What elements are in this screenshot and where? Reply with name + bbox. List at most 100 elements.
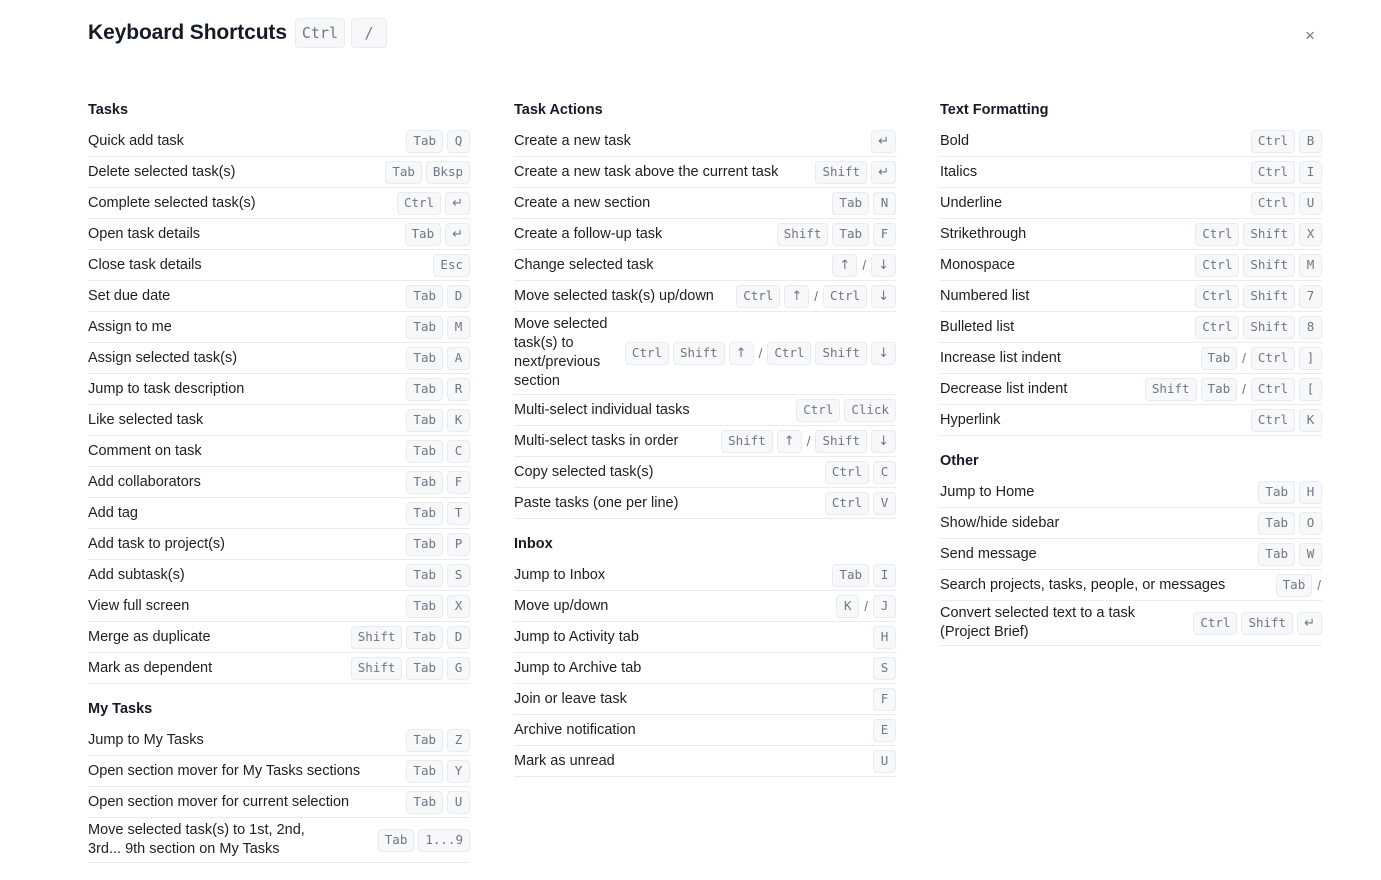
shortcut-row: Monospace Ctrl Shift M <box>940 250 1322 281</box>
key-badge: Shift <box>673 341 725 365</box>
shortcut-keys: F <box>873 687 896 711</box>
close-icon[interactable]: × <box>1299 24 1321 46</box>
key-separator: / <box>1242 381 1246 397</box>
shortcut-label: Convert selected text to a task (Project… <box>940 605 1136 640</box>
shortcut-row: Numbered list Ctrl Shift 7 <box>940 281 1322 312</box>
shortcut-keys: Ctrl C <box>824 460 896 484</box>
shortcut-label: Add subtask(s) <box>88 566 185 583</box>
shortcut-keys: ↵ <box>871 129 896 153</box>
shortcut-row: Mark as dependent Shift Tab G <box>88 653 470 684</box>
shortcut-row: View full screen Tab X <box>88 591 470 622</box>
shortcut-row: Move selected task(s) to next/previous s… <box>514 312 896 395</box>
shortcut-keys: Tab 1...9 <box>377 828 470 852</box>
key-badge: Tab <box>406 790 443 814</box>
shortcut-row: Jump to My Tasks Tab Z <box>88 725 470 756</box>
shortcut-label: Delete selected task(s) <box>88 163 236 180</box>
key-badge: Tab <box>406 501 443 525</box>
shortcut-row: Assign to me Tab M <box>88 312 470 343</box>
shortcut-label: Create a new section <box>514 194 651 211</box>
key-badge: Shift <box>350 656 403 680</box>
column-2: Task Actions Create a new task ↵ Create a n… <box>514 92 896 777</box>
shortcut-keys: Tab D <box>406 284 470 308</box>
shortcut-label: Show/hide sidebar <box>940 514 1060 531</box>
shortcut-row: Multi-select individual tasks Ctrl Click <box>514 395 896 426</box>
key-badge: Shift <box>1243 222 1295 246</box>
shortcut-row: Create a new task ↵ <box>514 126 896 157</box>
shortcut-label: Send message <box>940 545 1037 562</box>
key-badge: Shift <box>1144 377 1197 401</box>
shortcut-keys: Tab P <box>406 532 470 556</box>
shortcut-label: Mark as unread <box>514 752 615 769</box>
key-badge: ↑ <box>784 284 810 308</box>
shortcut-row: Create a new section Tab N <box>514 188 896 219</box>
key-badge: V <box>873 491 896 515</box>
key-badge: Ctrl <box>824 491 869 515</box>
shortcut-label: Decrease list indent <box>940 380 1068 397</box>
shortcut-row: Paste tasks (one per line) Ctrl V <box>514 488 896 519</box>
key-badge: Tab <box>832 563 869 587</box>
key-badge: S <box>873 656 896 680</box>
key-badge: ↓ <box>871 253 896 277</box>
key-badge: H <box>1299 480 1322 504</box>
key-badge: Tab <box>832 222 869 246</box>
key-badge: D <box>447 625 470 649</box>
key-separator: / <box>758 345 763 361</box>
key-badge: Ctrl <box>396 191 442 215</box>
shortcut-label: Monospace <box>940 256 1015 273</box>
column-3: Text Formatting Bold Ctrl B Italics Ctrl I Unde… <box>940 92 1322 646</box>
key-badge: Ctrl <box>1195 253 1240 277</box>
key-badge: Tab <box>406 377 443 401</box>
key-badge: ↵ <box>871 160 896 184</box>
shortcut-row: Comment on task Tab C <box>88 436 470 467</box>
key-badge: Ctrl <box>824 460 869 484</box>
shortcut-label: Create a new task above the current task <box>514 163 779 180</box>
shortcut-row: Send message Tab W <box>940 539 1322 570</box>
key-badge: F <box>447 470 470 494</box>
shortcut-keys: Ctrl Shift ↵ <box>1193 611 1322 635</box>
shortcut-keys: Tab T <box>406 501 470 525</box>
shortcut-row: Hyperlink Ctrl K <box>940 405 1322 436</box>
shortcut-label: Open section mover for current selection <box>88 793 350 810</box>
key-badge: ↓ <box>871 284 896 308</box>
shortcut-keys: Tab ↵ <box>404 222 470 246</box>
shortcut-keys: ↑ / ↓ <box>832 253 896 277</box>
key-badge: Ctrl <box>1195 222 1240 246</box>
shortcut-keys: Tab Bksp <box>385 160 470 184</box>
key-badge: Tab <box>406 563 443 587</box>
shortcut-label: Multi-select individual tasks <box>514 401 690 418</box>
shortcut-label: Add task to project(s) <box>88 535 225 552</box>
shortcut-keys: H <box>873 625 896 649</box>
shortcut-row: Jump to Home Tab H <box>940 477 1322 508</box>
shortcut-keys: Shift Tab G <box>350 656 470 680</box>
key-badge: E <box>873 718 896 742</box>
shortcut-section: Tasks Quick add task Tab Q Delete selected t… <box>88 92 470 684</box>
key-badge: Ctrl <box>1193 611 1238 635</box>
shortcut-label: Hyperlink <box>940 411 1001 428</box>
shortcut-row: Decrease list indent Shift Tab / Ctrl[ <box>940 374 1322 405</box>
shortcut-section: Inbox Jump to Inbox Tab I Move up/down K / J Jum… <box>514 519 896 777</box>
key-badge: ↓ <box>871 429 896 453</box>
shortcut-keys: Ctrl ↑ / Ctrl ↓ <box>736 284 896 308</box>
key-badge: Shift <box>1243 315 1295 339</box>
shortcut-keys: Ctrl K <box>1250 408 1322 432</box>
shortcut-section: My Tasks Jump to My Tasks Tab Z Open section… <box>88 684 470 863</box>
shortcut-keys: Ctrl Shift X <box>1195 222 1322 246</box>
key-badge: Ctrl <box>1250 129 1295 153</box>
key-badge: O <box>1299 511 1322 535</box>
key-badge: Shift <box>776 222 829 246</box>
key-badge: D <box>447 284 470 308</box>
shortcut-label: Numbered list <box>940 287 1030 304</box>
key-badge: Shift <box>815 341 868 365</box>
key-badge: C <box>873 460 896 484</box>
key-badge: Tab <box>406 728 443 752</box>
shortcut-row: Archive notification E <box>514 715 896 746</box>
key-badge: Shift <box>350 625 403 649</box>
shortcut-row: Convert selected text to a task (Project… <box>940 601 1322 646</box>
shortcut-label: Jump to Inbox <box>514 566 606 583</box>
key-badge: Tab <box>406 284 443 308</box>
shortcut-row: Set due date Tab D <box>88 281 470 312</box>
title-shortcut-keys: Ctrl / <box>294 18 388 48</box>
shortcut-keys: Tab N <box>832 191 896 215</box>
section-title: My Tasks <box>88 701 153 717</box>
shortcut-label: Create a follow-up task <box>514 225 663 242</box>
